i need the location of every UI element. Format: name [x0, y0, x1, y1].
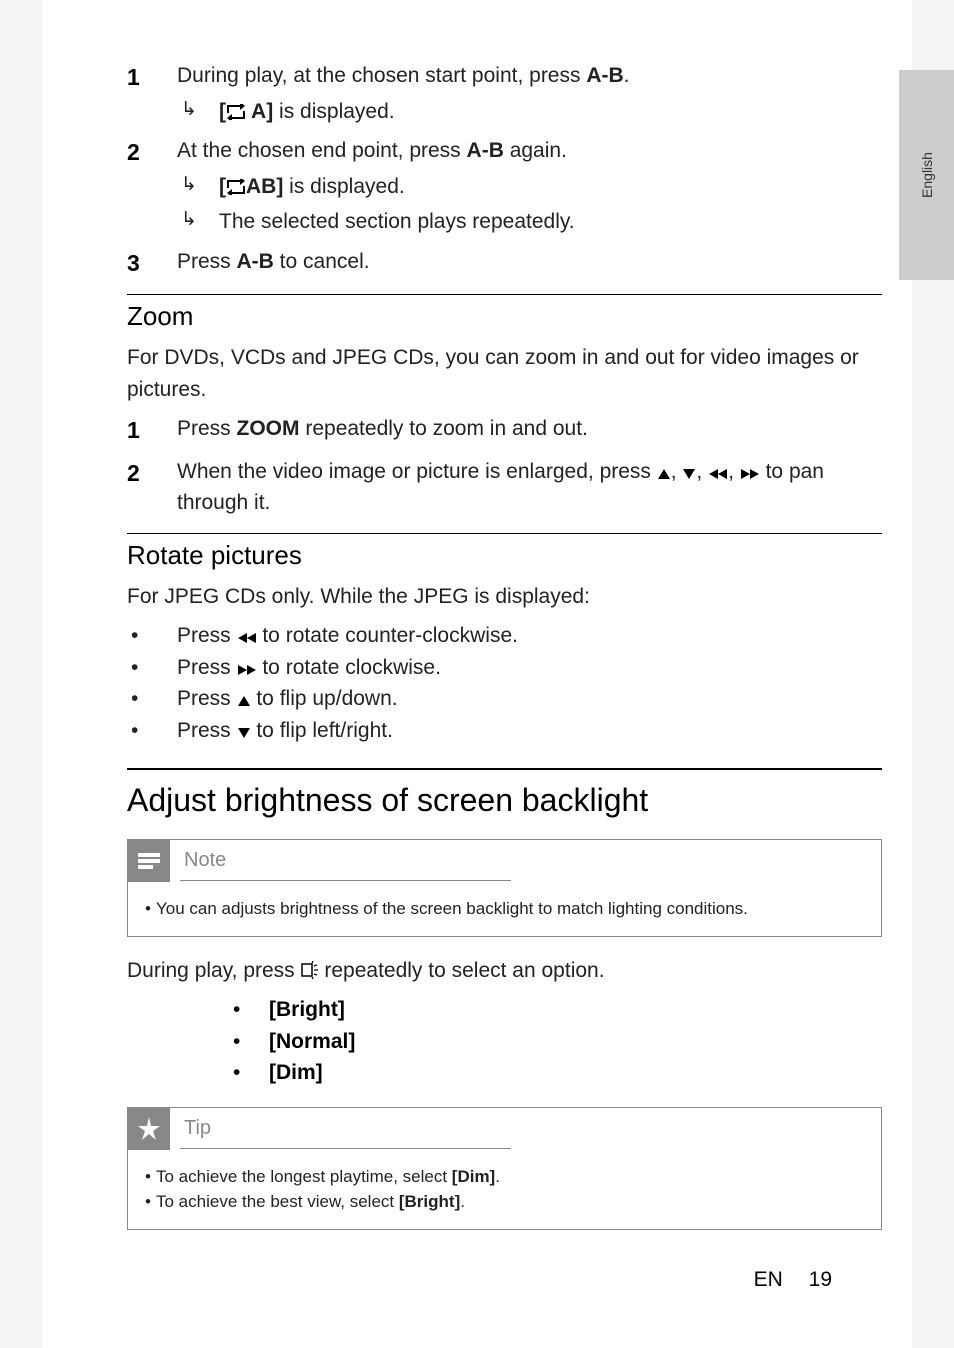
- zoom-intro: For DVDs, VCDs and JPEG CDs, you can zoo…: [127, 342, 882, 405]
- repeat-icon: [226, 104, 246, 120]
- step-result: ↳ [AB] is displayed.: [177, 171, 882, 203]
- tip-callout: Tip •To achieve the longest playtime, se…: [127, 1107, 882, 1230]
- footer-page: 19: [809, 1268, 832, 1291]
- rotate-item-flip-lr: •Press to flip left/right.: [127, 715, 882, 747]
- step-text: At the chosen end point, press A-B again…: [177, 139, 567, 162]
- bullet: •: [127, 683, 177, 715]
- rotate-item-flip-ud: •Press to flip up/down.: [127, 683, 882, 715]
- forward-icon: [740, 468, 760, 480]
- zoom-step-2: 2 When the video image or picture is enl…: [127, 456, 882, 519]
- result-text: [AB] is displayed.: [219, 171, 405, 203]
- step-number: 3: [127, 246, 177, 281]
- footer-lang: EN: [754, 1268, 783, 1291]
- zoom-step-1: 1 Press ZOOM repeatedly to zoom in and o…: [127, 413, 882, 448]
- option-dim: •[Dim]: [227, 1057, 882, 1089]
- bullet: •: [136, 1189, 156, 1215]
- step-result: ↳ The selected section plays repeatedly.: [177, 206, 882, 238]
- tip-label: Tip: [184, 1117, 211, 1139]
- up-arrow-icon: [657, 468, 671, 480]
- zoom-heading: Zoom: [127, 294, 882, 332]
- option-normal: •[Normal]: [227, 1026, 882, 1058]
- bullet: •: [227, 1057, 269, 1089]
- language-tab: English: [899, 70, 954, 280]
- repeat-icon: [226, 179, 246, 195]
- bullet: •: [136, 896, 156, 922]
- step-result: ↳ [ A] is displayed.: [177, 96, 882, 128]
- bullet: •: [136, 1164, 156, 1190]
- step-number: 1: [127, 413, 177, 448]
- result-arrow-icon: ↳: [177, 96, 219, 128]
- step-1: 1 During play, at the chosen start point…: [127, 60, 882, 127]
- bullet: •: [127, 715, 177, 747]
- result-text: The selected section plays repeatedly.: [219, 206, 575, 238]
- step-number: 2: [127, 456, 177, 519]
- language-label: English: [918, 152, 934, 198]
- rotate-heading: Rotate pictures: [127, 533, 882, 571]
- tip-item: •To achieve the longest playtime, select…: [136, 1164, 867, 1190]
- manual-page: 1 During play, at the chosen start point…: [42, 0, 912, 1348]
- tip-item: •To achieve the best view, select [Brigh…: [136, 1189, 867, 1215]
- up-arrow-icon: [237, 695, 251, 707]
- note-label: Note: [184, 849, 226, 871]
- note-icon: [128, 840, 170, 882]
- step-body: Press ZOOM repeatedly to zoom in and out…: [177, 413, 882, 448]
- bullet: •: [227, 994, 269, 1026]
- brightness-heading: Adjust brightness of screen backlight: [127, 768, 882, 819]
- down-arrow-icon: [682, 468, 696, 480]
- step-number: 1: [127, 60, 177, 127]
- note-item: •You can adjusts brightness of the scree…: [136, 896, 867, 922]
- step-body: When the video image or picture is enlar…: [177, 456, 882, 519]
- brightness-instruction: During play, press repeatedly to select …: [127, 955, 882, 987]
- page-footer: EN 19: [754, 1268, 832, 1292]
- rotate-intro: For JPEG CDs only. While the JPEG is dis…: [127, 581, 882, 613]
- step-text: During play, at the chosen start point, …: [177, 64, 630, 87]
- option-bright: •[Bright]: [227, 994, 882, 1026]
- rewind-icon: [708, 468, 728, 480]
- down-arrow-icon: [237, 727, 251, 739]
- bullet: •: [227, 1026, 269, 1058]
- step-3: 3 Press A-B to cancel.: [127, 246, 882, 281]
- note-body: •You can adjusts brightness of the scree…: [128, 882, 881, 936]
- step-body: At the chosen end point, press A-B again…: [177, 135, 882, 238]
- step-number: 2: [127, 135, 177, 238]
- brightness-options: •[Bright] •[Normal] •[Dim]: [227, 994, 882, 1089]
- tip-icon: [128, 1108, 170, 1150]
- rewind-icon: [237, 632, 257, 644]
- bullet: •: [127, 652, 177, 684]
- step-body: Press A-B to cancel.: [177, 246, 882, 281]
- step-body: During play, at the chosen start point, …: [177, 60, 882, 127]
- rotate-list: •Press to rotate counter-clockwise. •Pre…: [127, 620, 882, 746]
- rotate-item-cw: •Press to rotate clockwise.: [127, 652, 882, 684]
- bullet: •: [127, 620, 177, 652]
- result-arrow-icon: ↳: [177, 206, 219, 238]
- result-arrow-icon: ↳: [177, 171, 219, 203]
- note-callout: Note •You can adjusts brightness of the …: [127, 839, 882, 937]
- tip-body: •To achieve the longest playtime, select…: [128, 1150, 881, 1229]
- rotate-item-ccw: •Press to rotate counter-clockwise.: [127, 620, 882, 652]
- ab-repeat-steps: 1 During play, at the chosen start point…: [127, 60, 882, 280]
- step-2: 2 At the chosen end point, press A-B aga…: [127, 135, 882, 238]
- zoom-steps: 1 Press ZOOM repeatedly to zoom in and o…: [127, 413, 882, 519]
- brightness-icon: [301, 961, 319, 979]
- step-text: Press A-B to cancel.: [177, 250, 370, 273]
- result-text: [ A] is displayed.: [219, 96, 395, 128]
- forward-icon: [237, 664, 257, 676]
